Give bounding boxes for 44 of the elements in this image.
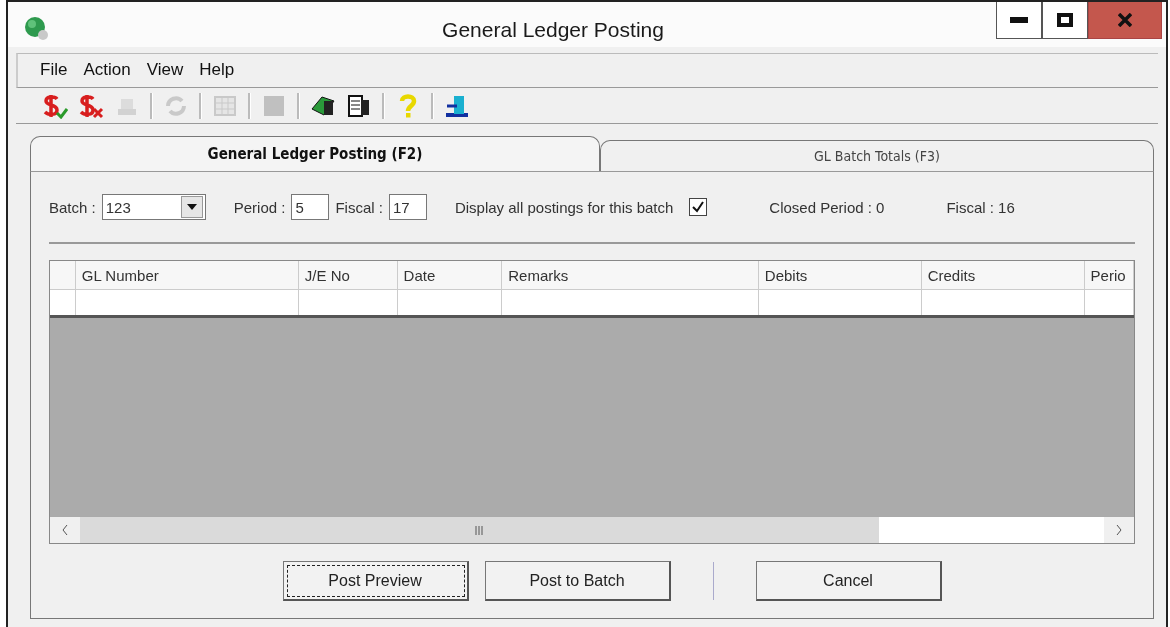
period-label: Period : [233, 198, 286, 216]
exit-door-icon[interactable] [444, 93, 470, 120]
checkmark-icon [692, 201, 705, 213]
minimize-icon [1010, 17, 1028, 23]
dropdown-arrow-icon [186, 204, 197, 210]
maximize-icon [1057, 13, 1073, 27]
close-button[interactable] [1088, 2, 1162, 39]
tab[interactable]: General Ledger Posting (F2) [30, 136, 600, 171]
batch-dropdown[interactable]: 123 [101, 194, 206, 220]
menu-item[interactable]: Help [199, 60, 235, 81]
dollar-cross-icon[interactable] [78, 93, 104, 120]
button[interactable]: Cancel [755, 561, 942, 601]
close-icon [1118, 13, 1132, 27]
scroll-thumb-grip-icon[interactable] [475, 525, 484, 535]
batch-label: Batch : [49, 198, 96, 216]
button[interactable]: Post to Batch [484, 561, 671, 601]
fiscal-label: Fiscal : [335, 198, 383, 216]
maximize-button[interactable] [1042, 2, 1088, 39]
column-header[interactable]: GL Number [75, 261, 299, 289]
fiscal-field[interactable]: 17 [388, 194, 427, 220]
column-header[interactable]: Credits [921, 261, 1085, 289]
closed-period-text: Closed Period : 0 [769, 198, 885, 216]
window-title: General Ledger Posting [441, 18, 665, 42]
scroll-left-icon[interactable] [62, 525, 68, 535]
tab[interactable]: GL Batch Totals (F3) [600, 140, 1154, 171]
scroll-right-icon[interactable] [1116, 525, 1122, 535]
ledger-icon[interactable] [346, 93, 372, 120]
column-header[interactable]: Date [397, 261, 503, 289]
menu-item[interactable]: View [146, 60, 184, 81]
period-field[interactable]: 5 [291, 194, 330, 220]
minimize-button[interactable] [996, 2, 1042, 39]
column-header[interactable]: Debits [758, 261, 922, 289]
button[interactable]: Post Preview [282, 561, 469, 601]
column-header[interactable]: J/E No [298, 261, 398, 289]
fiscal-text: Fiscal : 16 [946, 198, 1015, 216]
dollar-check-icon[interactable] [42, 93, 68, 120]
checkbox-label: Display all postings for this batch [454, 198, 674, 216]
menu-item[interactable]: Action [83, 60, 131, 81]
horizontal-scrollbar[interactable] [50, 516, 1134, 543]
checkbox[interactable] [689, 198, 708, 216]
app-globe-icon [22, 14, 50, 42]
menu-item[interactable]: File [40, 60, 68, 81]
column-header[interactable]: Perio [1084, 261, 1134, 289]
column-header[interactable]: Remarks [502, 261, 759, 289]
